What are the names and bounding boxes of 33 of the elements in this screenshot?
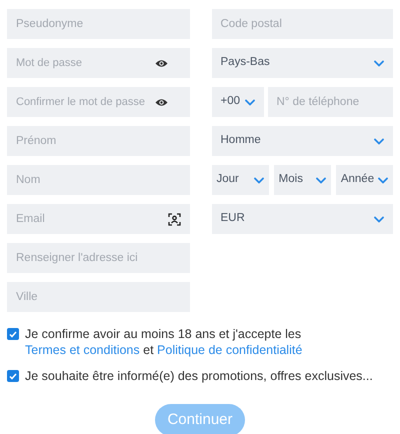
chevron-down-icon — [378, 176, 388, 184]
face-scan-icon[interactable] — [168, 212, 180, 226]
text-field[interactable]: Ville — [7, 282, 190, 312]
eye-icon[interactable] — [154, 58, 168, 68]
checkbox[interactable] — [7, 370, 19, 382]
dropdown[interactable]: Année — [336, 165, 394, 195]
consent-text: Je confirme avoir au moins 18 ans et j'accepte les Termes et conditions et Politique de confidentialité — [25, 326, 304, 358]
chevron-down-icon — [374, 60, 384, 66]
link[interactable]: Politique de confidentialité — [157, 343, 302, 357]
email-field[interactable]: Email — [7, 204, 190, 234]
chevron-down-icon — [374, 138, 384, 144]
text-field[interactable]: Nom — [7, 165, 190, 195]
consent-text: Je souhaite être informé(e) des promotions, offres exclusives... — [25, 368, 373, 384]
dropdown[interactable]: EUR — [212, 204, 393, 234]
chevron-down-icon — [316, 176, 326, 184]
eye-icon[interactable] — [154, 98, 168, 106]
dropdown[interactable]: +00 — [212, 87, 264, 117]
text-field[interactable]: Pseudonyme — [7, 9, 190, 39]
dropdown[interactable]: Pays-Bas — [212, 48, 393, 78]
password-field[interactable]: Confirmer le mot de passe — [7, 87, 190, 117]
text-field[interactable]: Prénom — [7, 126, 190, 156]
dropdown[interactable]: Jour — [212, 165, 269, 195]
dropdown[interactable]: Mois — [274, 165, 331, 195]
phone-field[interactable]: N° de téléphone — [268, 87, 393, 117]
chevron-down-icon — [254, 176, 264, 184]
link[interactable]: Termes et conditions — [25, 343, 140, 357]
text-field[interactable]: Code postal — [212, 9, 393, 39]
chevron-down-icon — [244, 98, 254, 106]
chevron-down-icon — [374, 216, 384, 222]
checkbox[interactable] — [7, 328, 19, 340]
text-field[interactable]: Renseigner l'adresse ici — [7, 243, 190, 273]
dropdown[interactable]: Homme — [212, 126, 393, 156]
password-field[interactable]: Mot de passe — [7, 48, 190, 78]
